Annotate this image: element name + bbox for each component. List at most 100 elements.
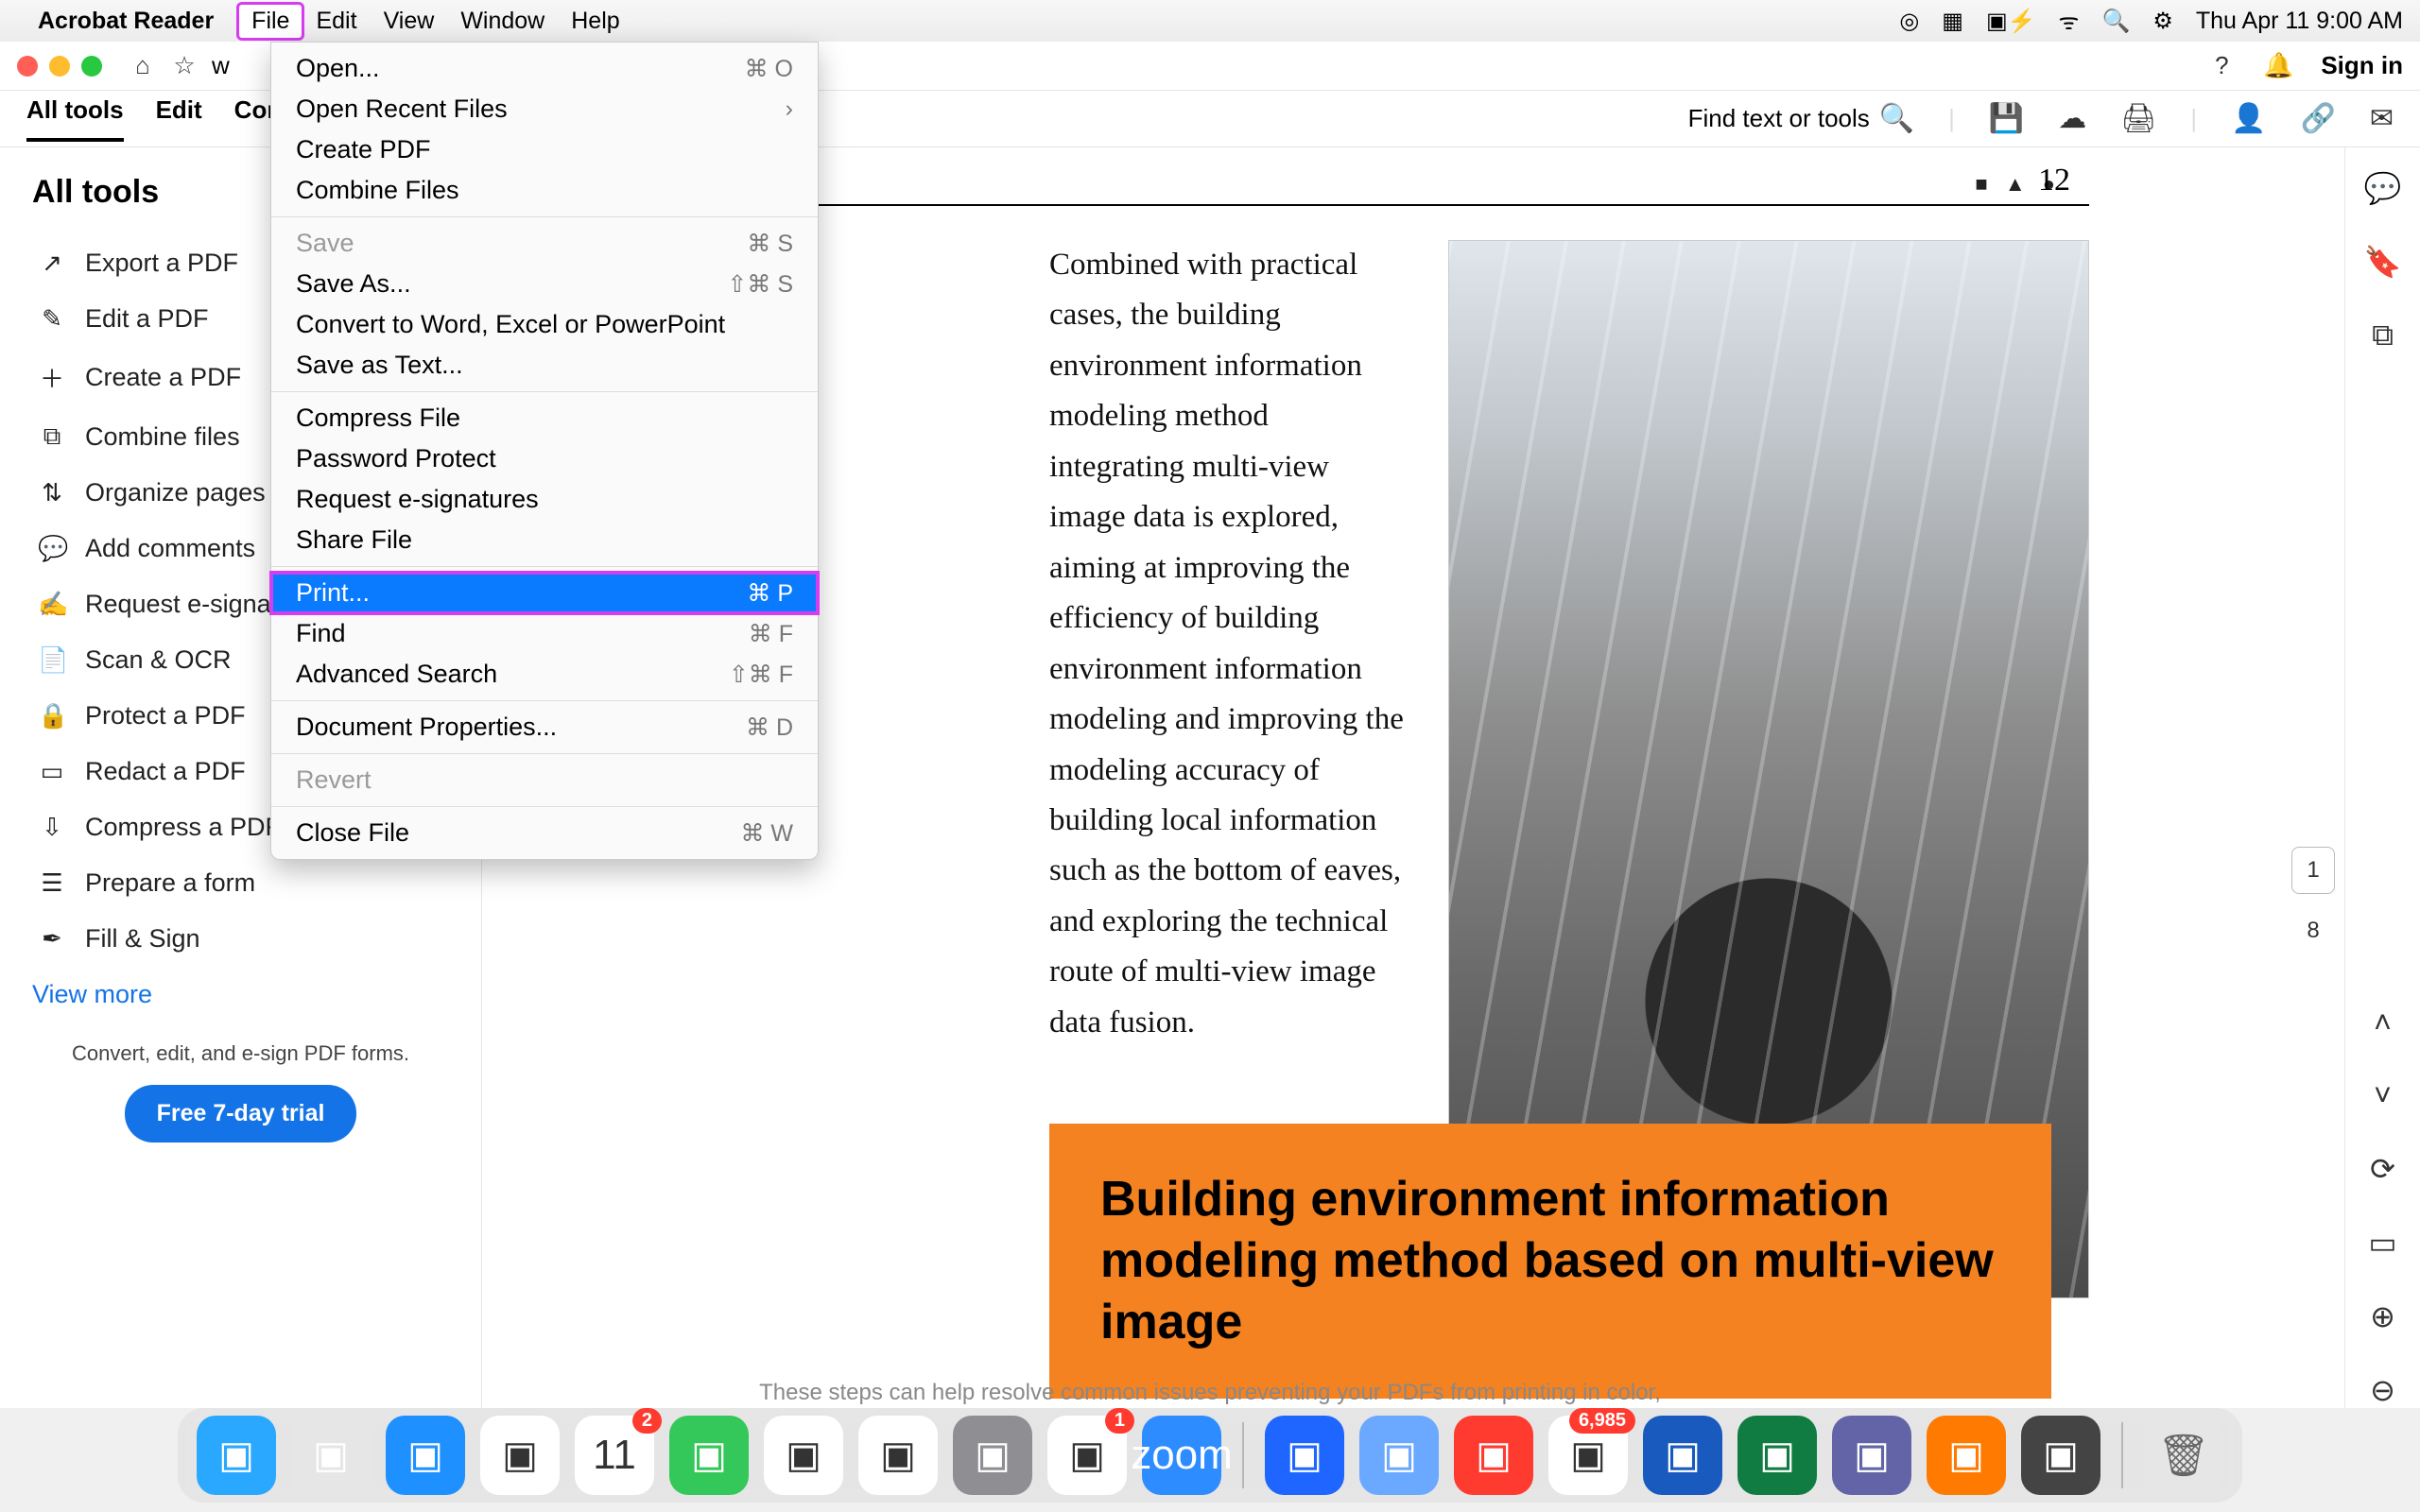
dock-word[interactable]: ▣ xyxy=(1643,1416,1722,1495)
page-total: 8 xyxy=(2291,907,2335,954)
bell-icon[interactable]: 🔔 xyxy=(2264,52,2292,80)
menu-edit[interactable]: Edit xyxy=(302,4,370,39)
chevron-up-icon[interactable]: ˄ xyxy=(2374,1005,2392,1040)
tool-icon: ⧉ xyxy=(38,421,66,452)
menu-window[interactable]: Window xyxy=(447,4,558,39)
sidebar-item-label: Add comments xyxy=(85,534,255,563)
tab-title[interactable]: w xyxy=(212,51,230,80)
dock-safari[interactable]: ▣ xyxy=(386,1416,465,1495)
menu-save-as[interactable]: Save As...⇧⌘ S xyxy=(271,264,818,304)
dock-teams[interactable]: ▣ xyxy=(1832,1416,1911,1495)
dock-keychain[interactable]: ▣ xyxy=(2021,1416,2100,1495)
menu-file[interactable]: File xyxy=(238,4,302,39)
dock-launchpad[interactable]: ▣ xyxy=(291,1416,371,1495)
dock-calendar[interactable]: 112 xyxy=(575,1416,654,1495)
dock-wave[interactable]: ▣ xyxy=(1927,1416,2006,1495)
menu-print[interactable]: Print...⌘ P xyxy=(271,573,818,613)
chevron-down-icon[interactable]: ˅ xyxy=(2374,1078,2392,1113)
dock-preview[interactable]: ▣ xyxy=(1359,1416,1439,1495)
menu-revert: Revert xyxy=(271,760,818,800)
share-plus-icon[interactable]: 👤 xyxy=(2231,102,2266,135)
print-icon[interactable]: 🖨 xyxy=(2120,102,2156,135)
tab-edit[interactable]: Edit xyxy=(156,95,202,142)
page-current[interactable]: 1 xyxy=(2291,847,2335,894)
file-dropdown: Open...⌘ O Open Recent Files› Create PDF… xyxy=(270,42,819,860)
home-icon[interactable]: ⌂ xyxy=(129,52,157,80)
fit-page-icon[interactable]: ▭ xyxy=(2368,1225,2396,1261)
tool-icon: ↗ xyxy=(38,249,66,278)
window-zoom-button[interactable] xyxy=(81,56,102,77)
menu-convert-to-office[interactable]: Convert to Word, Excel or PowerPoint xyxy=(271,304,818,345)
dock-trash[interactable]: 🗑 xyxy=(2144,1416,2223,1495)
dock-messages[interactable]: ▣ xyxy=(669,1416,749,1495)
wifi-icon[interactable]: ᯤ xyxy=(2059,6,2080,37)
email-icon[interactable]: ✉ xyxy=(2370,102,2394,135)
menu-create-pdf[interactable]: Create PDF xyxy=(271,129,818,170)
dock-mail[interactable]: ▣6,985 xyxy=(1548,1416,1628,1495)
menu-combine-files[interactable]: Combine Files xyxy=(271,170,818,211)
tool-icon: ▭ xyxy=(38,757,66,786)
dock-finder[interactable]: ▣ xyxy=(197,1416,276,1495)
menu-find[interactable]: Find⌘ F xyxy=(271,613,818,654)
menu-close-file[interactable]: Close File⌘ W xyxy=(271,813,818,853)
right-rail: 💬 🔖 ⧉ ˄ ˅ ⟳ ▭ ⊕ ⊖ 1 8 xyxy=(2344,147,2420,1408)
menu-share-file[interactable]: Share File xyxy=(271,520,818,560)
sidebar-item-11[interactable]: ☰Prepare a form xyxy=(32,855,449,911)
menu-request-esignatures[interactable]: Request e-signatures xyxy=(271,479,818,520)
bookmark-icon[interactable]: 🔖 xyxy=(2364,244,2402,280)
tool-icon: 📄 xyxy=(38,645,66,675)
dock-excel[interactable]: ▣ xyxy=(1737,1416,1817,1495)
menu-password-protect[interactable]: Password Protect xyxy=(271,438,818,479)
sidebar-item-label: Request e-signatu xyxy=(85,590,292,619)
page-number: 12 xyxy=(2038,163,2070,198)
tool-icon: 💬 xyxy=(38,534,66,563)
app-name[interactable]: Acrobat Reader xyxy=(38,8,214,35)
sign-in-button[interactable]: Sign in xyxy=(2321,51,2403,80)
link-icon[interactable]: 🔗 xyxy=(2301,102,2336,135)
find-text-button[interactable]: Find text or tools 🔍 xyxy=(1688,102,1915,135)
truncated-text: These steps can help resolve common issu… xyxy=(759,1380,1661,1406)
refresh-icon[interactable]: ⟳ xyxy=(2370,1151,2395,1187)
window-close-button[interactable] xyxy=(17,56,38,77)
menu-advanced-search[interactable]: Advanced Search⇧⌘ F xyxy=(271,654,818,695)
menu-help[interactable]: Help xyxy=(558,4,632,39)
dock-settings[interactable]: ▣ xyxy=(953,1416,1032,1495)
spotlight-icon[interactable]: 🔍 xyxy=(2101,8,2130,35)
dock-acrobat[interactable]: ▣ xyxy=(1454,1416,1533,1495)
dock-freeform[interactable]: ▣ xyxy=(858,1416,938,1495)
tool-icon: ⇅ xyxy=(38,478,66,507)
tool-icon: ✒ xyxy=(38,924,66,954)
dock-notes[interactable]: ▣ xyxy=(764,1416,843,1495)
menu-open[interactable]: Open...⌘ O xyxy=(271,48,818,89)
sidebar-item-label: Create a PDF xyxy=(85,363,241,392)
menu-open-recent[interactable]: Open Recent Files› xyxy=(271,89,818,129)
menubar-clock[interactable]: Thu Apr 11 9:00 AM xyxy=(2196,8,2403,35)
dock-zoom[interactable]: zoom xyxy=(1142,1416,1221,1495)
sidebar-item-12[interactable]: ✒Fill & Sign xyxy=(32,911,449,967)
star-icon[interactable]: ☆ xyxy=(170,52,199,80)
stats-icon[interactable]: ▦ xyxy=(1942,8,1963,35)
view-more-link[interactable]: View more xyxy=(32,980,449,1009)
orange-title-box: Building environment information modelin… xyxy=(1049,1124,2051,1399)
free-trial-button[interactable]: Free 7-day trial xyxy=(125,1085,357,1143)
cloud-upload-icon[interactable]: ☁ xyxy=(2058,102,2086,135)
copy-icon[interactable]: ⧉ xyxy=(2372,318,2394,353)
dock-photos[interactable]: ▣ xyxy=(480,1416,560,1495)
zoom-out-icon[interactable]: ⊖ xyxy=(2370,1372,2395,1408)
menu-view[interactable]: View xyxy=(371,4,448,39)
grammarly-icon[interactable]: ◎ xyxy=(1899,8,1919,35)
control-center-icon[interactable]: ⚙ xyxy=(2152,8,2173,35)
dock-jamf[interactable]: ▣ xyxy=(1265,1416,1344,1495)
menu-document-properties[interactable]: Document Properties...⌘ D xyxy=(271,707,818,747)
tab-all-tools[interactable]: All tools xyxy=(26,95,124,142)
comment-icon[interactable]: 💬 xyxy=(2364,170,2402,206)
menu-compress-file[interactable]: Compress File xyxy=(271,398,818,438)
help-icon[interactable]: ? xyxy=(2207,52,2236,80)
menu-save-as-text[interactable]: Save as Text... xyxy=(271,345,818,386)
zoom-in-icon[interactable]: ⊕ xyxy=(2370,1298,2395,1334)
sidebar-item-label: Compress a PDF xyxy=(85,813,281,842)
save-icon[interactable]: 💾 xyxy=(1989,102,2024,135)
dock-chrome[interactable]: ▣1 xyxy=(1047,1416,1127,1495)
battery-icon[interactable]: ▣⚡ xyxy=(1986,8,2036,35)
window-minimize-button[interactable] xyxy=(49,56,70,77)
